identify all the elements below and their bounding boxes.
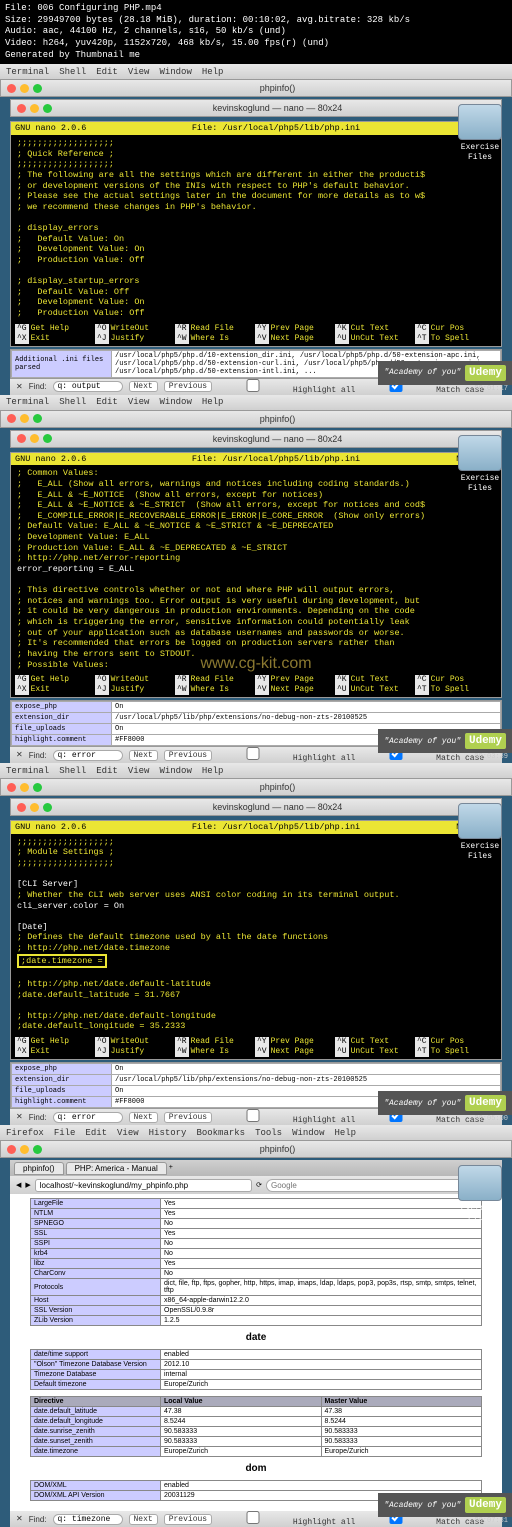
- folder-icon: [458, 1165, 502, 1201]
- terminal-window[interactable]: GNU nano 2.0.6File: /usr/local/php5/lib/…: [10, 820, 502, 1060]
- url-bar[interactable]: ◀ ▶ ⟳ 🏠: [10, 1176, 502, 1194]
- firefox-titlebar[interactable]: phpinfo(): [0, 1140, 512, 1158]
- traffic-lights[interactable]: [17, 104, 52, 113]
- find-input[interactable]: [53, 1514, 123, 1525]
- highlight-all-checkbox[interactable]: [218, 379, 288, 392]
- bg-window-titlebar[interactable]: phpinfo(): [0, 79, 512, 97]
- mac-menubar[interactable]: FirefoxFileEditViewHistoryBookmarksTools…: [0, 1125, 512, 1140]
- highlighted-line: ;date.timezone =: [17, 954, 107, 969]
- terminal-window[interactable]: GNU nano 2.0.6File: /usr/local/php5/lib/…: [10, 452, 502, 699]
- next-button[interactable]: Next: [129, 381, 158, 392]
- tab-phpinfo[interactable]: phpinfo(): [14, 1162, 64, 1175]
- prev-button[interactable]: Previous: [164, 1112, 212, 1123]
- new-tab-button[interactable]: +: [169, 1164, 173, 1172]
- browser-window[interactable]: phpinfo() PHP: America - Manual + ◀ ▶ ⟳ …: [10, 1160, 502, 1511]
- panel-3: TerminalShellEditViewWindowHelp phpinfo(…: [0, 763, 512, 1125]
- video-metadata: File: 006 Configuring PHP.mp4 Size: 2994…: [0, 0, 512, 64]
- nano-footer: ^GGet Help^OWriteOut^RRead File^YPrev Pa…: [11, 322, 501, 346]
- nano-header: GNU nano 2.0.6File: /usr/local/php5/lib/…: [11, 122, 501, 135]
- close-icon[interactable]: ✕: [16, 750, 23, 760]
- prev-button[interactable]: Previous: [164, 1514, 212, 1525]
- nano-body[interactable]: ;;;;;;;;;;;;;;;;;;; ; Quick Reference ; …: [11, 135, 501, 322]
- search-input[interactable]: [266, 1179, 483, 1192]
- window-title: phpinfo(): [50, 83, 505, 93]
- folder-icon: [458, 104, 502, 140]
- next-button[interactable]: Next: [129, 1514, 158, 1525]
- udemy-logo: Udemy: [465, 365, 506, 381]
- find-input[interactable]: [53, 1112, 123, 1123]
- browser-tabs[interactable]: phpinfo() PHP: America - Manual +: [10, 1160, 502, 1176]
- prev-button[interactable]: Previous: [164, 750, 212, 761]
- dom-heading: dom: [30, 1463, 482, 1474]
- desktop-folder[interactable]: Exercise Files: [456, 803, 504, 861]
- folder-icon: [458, 803, 502, 839]
- close-icon[interactable]: ✕: [16, 1514, 23, 1524]
- udemy-badge: "Academy of you"Udemy: [378, 1091, 512, 1115]
- desktop-folder[interactable]: Exercise Files: [456, 435, 504, 493]
- date-directives-table: DirectiveLocal ValueMaster Valuedate.def…: [30, 1396, 482, 1457]
- panel-4: FirefoxFileEditViewHistoryBookmarksTools…: [0, 1125, 512, 1527]
- udemy-badge: "Academy of you"Udemy: [378, 729, 512, 753]
- curl-table: LargeFileYesNTLMYesSPNEGONoSSLYesSSPINok…: [30, 1198, 482, 1326]
- timestamp: 00:03:39: [474, 753, 508, 761]
- nano-footer: ^GGet Help^OWriteOut^RRead File^YPrev Pa…: [11, 1035, 501, 1059]
- panel-2: TerminalShellEditViewWindowHelp phpinfo(…: [0, 395, 512, 764]
- nano-body[interactable]: ; Common Values: ; E_ALL (Show all error…: [11, 465, 501, 673]
- desktop-folder[interactable]: Exercise Files: [456, 104, 504, 162]
- reload-icon[interactable]: ⟳: [256, 1181, 262, 1190]
- date-support-table: date/time supportenabled"Olson" Timezone…: [30, 1349, 482, 1390]
- timestamp: 00:07:31: [474, 1517, 508, 1525]
- bg-window-titlebar[interactable]: phpinfo(): [0, 410, 512, 428]
- udemy-badge: "Academy of you"Udemy: [378, 361, 512, 385]
- date-heading: date: [30, 1332, 482, 1343]
- terminal-titlebar[interactable]: kevinskoglund — nano — 80x24: [10, 99, 502, 117]
- mac-menubar[interactable]: TerminalShellEditViewWindowHelp: [0, 763, 512, 778]
- back-icon[interactable]: ◀: [16, 1181, 21, 1190]
- close-icon[interactable]: ✕: [16, 1112, 23, 1122]
- bg-window-titlebar[interactable]: phpinfo(): [0, 778, 512, 796]
- nano-footer: ^GGet Help^OWriteOut^RRead File^YPrev Pa…: [11, 673, 501, 697]
- mac-menubar[interactable]: TerminalShellEditViewWindowHelp: [0, 395, 512, 410]
- terminal-titlebar[interactable]: kevinskoglund — nano — 80x24: [10, 430, 502, 448]
- traffic-lights[interactable]: [7, 84, 42, 93]
- close-icon[interactable]: ✕: [16, 382, 23, 392]
- next-button[interactable]: Next: [129, 750, 158, 761]
- nano-header: GNU nano 2.0.6File: /usr/local/php5/lib/…: [11, 821, 501, 834]
- phpinfo-page: LargeFileYesNTLMYesSPNEGONoSSLYesSSPINok…: [10, 1194, 502, 1511]
- folder-icon: [458, 435, 502, 471]
- nano-header: GNU nano 2.0.6File: /usr/local/php5/lib/…: [11, 453, 501, 466]
- udemy-badge: "Academy of you"Udemy: [378, 1493, 512, 1517]
- terminal-titlebar[interactable]: kevinskoglund — nano — 80x24: [10, 798, 502, 816]
- mac-menubar[interactable]: TerminalShellEditViewWindowHelp: [0, 64, 512, 79]
- tab-manual[interactable]: PHP: America - Manual: [66, 1162, 167, 1175]
- terminal-window[interactable]: GNU nano 2.0.6File: /usr/local/php5/lib/…: [10, 121, 502, 346]
- next-button[interactable]: Next: [129, 1112, 158, 1123]
- panel-1: TerminalShellEditViewWindowHelp phpinfo(…: [0, 64, 512, 394]
- timestamp: 00:05:00: [474, 1115, 508, 1123]
- terminal-title: kevinskoglund — nano — 80x24: [60, 103, 495, 113]
- find-input[interactable]: [53, 381, 123, 392]
- forward-icon[interactable]: ▶: [25, 1181, 30, 1190]
- timestamp: 00:01:17: [474, 385, 508, 393]
- find-input[interactable]: [53, 750, 123, 761]
- prev-button[interactable]: Previous: [164, 381, 212, 392]
- address-input[interactable]: [35, 1179, 252, 1192]
- desktop-folder[interactable]: Exercise Files: [456, 1165, 504, 1223]
- nano-body[interactable]: ;;;;;;;;;;;;;;;;;;; ; Module Settings ; …: [11, 834, 501, 1035]
